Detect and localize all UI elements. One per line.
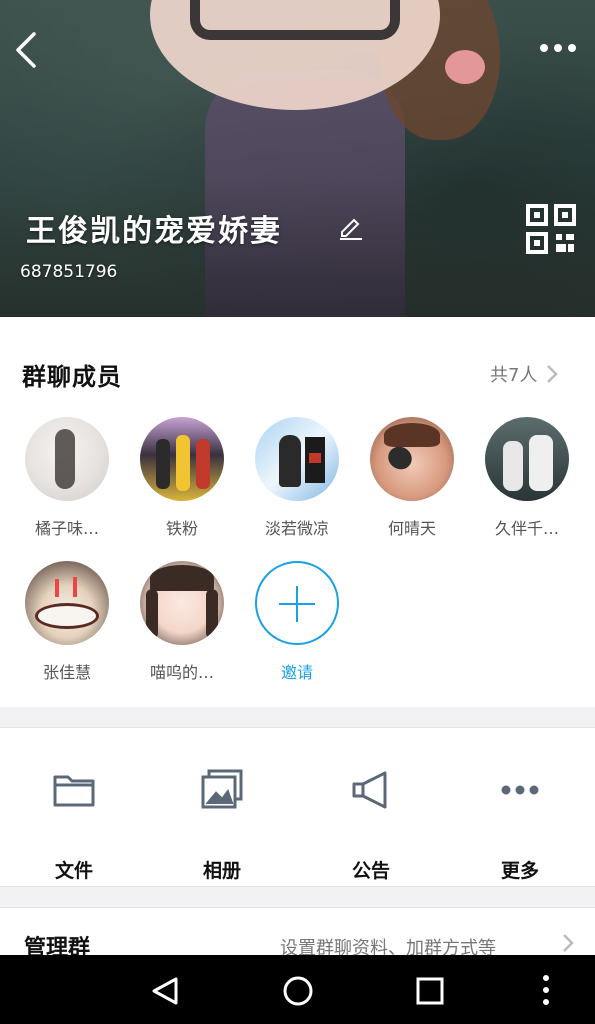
nav-recents-button[interactable] (410, 973, 450, 1009)
system-navigation-bar (0, 955, 595, 1024)
members-section: 群聊成员 共7人 橘子味… 铁粉 淡若微凉 何晴天 久伴千… 张佳慧 喵呜的… … (0, 317, 595, 707)
avatar (255, 417, 339, 501)
tools-section: 文件 相册 公告 更多 (0, 727, 595, 887)
member-name: 铁粉 (165, 519, 198, 538)
edit-title-button[interactable] (338, 214, 364, 240)
chevron-right-icon (563, 934, 574, 952)
member-item[interactable]: 张佳慧 (12, 561, 122, 683)
announcement-button[interactable]: 公告 (311, 768, 431, 883)
member-item[interactable]: 喵呜的… (127, 561, 237, 683)
group-id: 687851796 (20, 262, 118, 282)
member-item[interactable]: 久伴千… (472, 417, 582, 539)
member-name: 淡若微凉 (264, 519, 329, 538)
files-button[interactable]: 文件 (14, 768, 134, 883)
member-item[interactable]: 何晴天 (357, 417, 467, 539)
tool-label: 更多 (500, 860, 539, 882)
album-button[interactable]: 相册 (162, 768, 282, 883)
avatar (25, 417, 109, 501)
square-recents-icon (416, 977, 444, 1005)
member-name: 橘子味… (34, 519, 99, 538)
more-tools-button[interactable]: 更多 (460, 768, 580, 883)
avatar (370, 417, 454, 501)
photo-album-icon (201, 769, 243, 809)
triangle-back-icon (152, 977, 178, 1005)
avatar (25, 561, 109, 645)
nav-menu-button[interactable] (526, 973, 566, 1009)
member-item[interactable]: 铁粉 (127, 417, 237, 539)
members-count-button[interactable]: 共7人 (490, 359, 561, 389)
more-dots-icon (540, 44, 576, 52)
nav-back-button[interactable] (146, 973, 186, 1009)
edit-pencil-icon (340, 218, 362, 240)
tool-label: 相册 (202, 860, 241, 882)
group-banner: 王俊凯的宠爱娇妻 687851796 (0, 0, 595, 317)
more-dots-icon (501, 785, 539, 795)
more-options-button[interactable] (536, 36, 580, 60)
tool-label: 文件 (54, 860, 93, 882)
back-arrow-icon (16, 32, 36, 68)
group-title: 王俊凯的宠爱娇妻 (26, 214, 282, 249)
folder-icon (53, 775, 95, 807)
plus-icon (255, 561, 339, 645)
invite-member-button[interactable]: 邀请 (242, 561, 352, 683)
member-name: 久伴千… (494, 519, 559, 538)
vertical-dots-icon (543, 975, 549, 1005)
banner-figure-cheek (445, 50, 485, 84)
member-item[interactable]: 淡若微凉 (242, 417, 352, 539)
member-name: 何晴天 (387, 519, 436, 538)
megaphone-icon (352, 771, 387, 809)
avatar (485, 417, 569, 501)
invite-label: 邀请 (280, 663, 313, 682)
members-title: 群聊成员 (22, 363, 122, 391)
tool-label: 公告 (351, 860, 390, 882)
member-name: 张佳慧 (42, 663, 91, 682)
member-name: 喵呜的… (149, 663, 214, 682)
members-count: 共7人 (490, 365, 538, 386)
avatar (140, 417, 224, 501)
qr-code-icon (526, 204, 576, 254)
avatar (140, 561, 224, 645)
member-item[interactable]: 橘子味… (12, 417, 122, 539)
nav-home-button[interactable] (278, 973, 318, 1009)
circle-home-icon (283, 976, 313, 1006)
chevron-right-icon (547, 365, 559, 383)
qr-code-button[interactable] (526, 204, 576, 254)
banner-figure-glasses (190, 0, 400, 40)
back-button[interactable] (10, 28, 46, 72)
